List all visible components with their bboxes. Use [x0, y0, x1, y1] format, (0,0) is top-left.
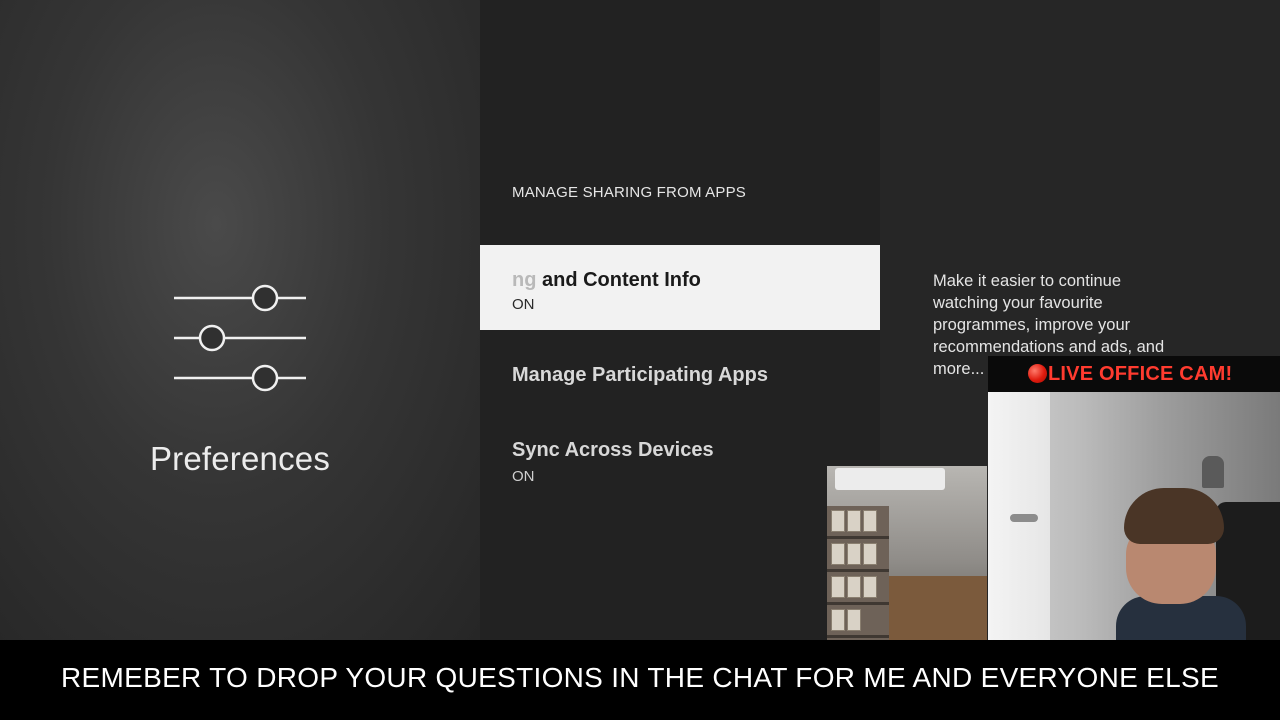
- ticker-bar: REMEBER TO DROP YOUR QUESTIONS IN THE CH…: [0, 640, 1280, 720]
- door: [988, 392, 1050, 640]
- live-dot-icon: [1028, 364, 1047, 383]
- menu-item-label-faded: ng: [512, 269, 537, 291]
- menu-item-value: ON: [512, 468, 535, 485]
- menu-item-label: ng and Content Info: [512, 269, 880, 292]
- settings-menu-panel: MANAGE SHARING FROM APPS ng and Content …: [480, 0, 880, 640]
- desk: [889, 576, 987, 640]
- section-header: MANAGE SHARING FROM APPS: [512, 184, 747, 201]
- room-camera-feed: [827, 466, 987, 640]
- air-conditioner: [835, 468, 945, 490]
- menu-item-manage-participating-apps[interactable]: Manage Participating Apps: [480, 364, 880, 387]
- ticker-text: REMEBER TO DROP YOUR QUESTIONS IN THE CH…: [61, 662, 1219, 693]
- menu-item-value: ON: [512, 296, 535, 313]
- menu-item-sync-across-devices[interactable]: Sync Across Devices ON: [480, 439, 880, 485]
- sliders-icon: [174, 284, 306, 392]
- tv-settings-screen: Preferences MANAGE SHARING FROM APPS ng …: [0, 0, 1280, 720]
- figurine: [1202, 456, 1224, 488]
- category-title: Preferences: [149, 440, 331, 477]
- door-handle: [1010, 514, 1038, 522]
- live-cam-banner: LIVE OFFICE CAM!: [988, 356, 1280, 392]
- menu-item-viewing-and-content-info[interactable]: ng and Content Info ON: [480, 245, 880, 330]
- shelf: [827, 506, 889, 640]
- menu-item-label-main: and Content Info: [536, 269, 701, 291]
- menu-item-label: Manage Participating Apps: [512, 364, 768, 386]
- menu-item-label: Sync Across Devices: [512, 439, 714, 461]
- category-panel: Preferences: [0, 0, 480, 640]
- live-cam-label: LIVE OFFICE CAM!: [1048, 363, 1233, 385]
- face-camera-feed: [988, 392, 1280, 640]
- streamer: [1116, 488, 1246, 640]
